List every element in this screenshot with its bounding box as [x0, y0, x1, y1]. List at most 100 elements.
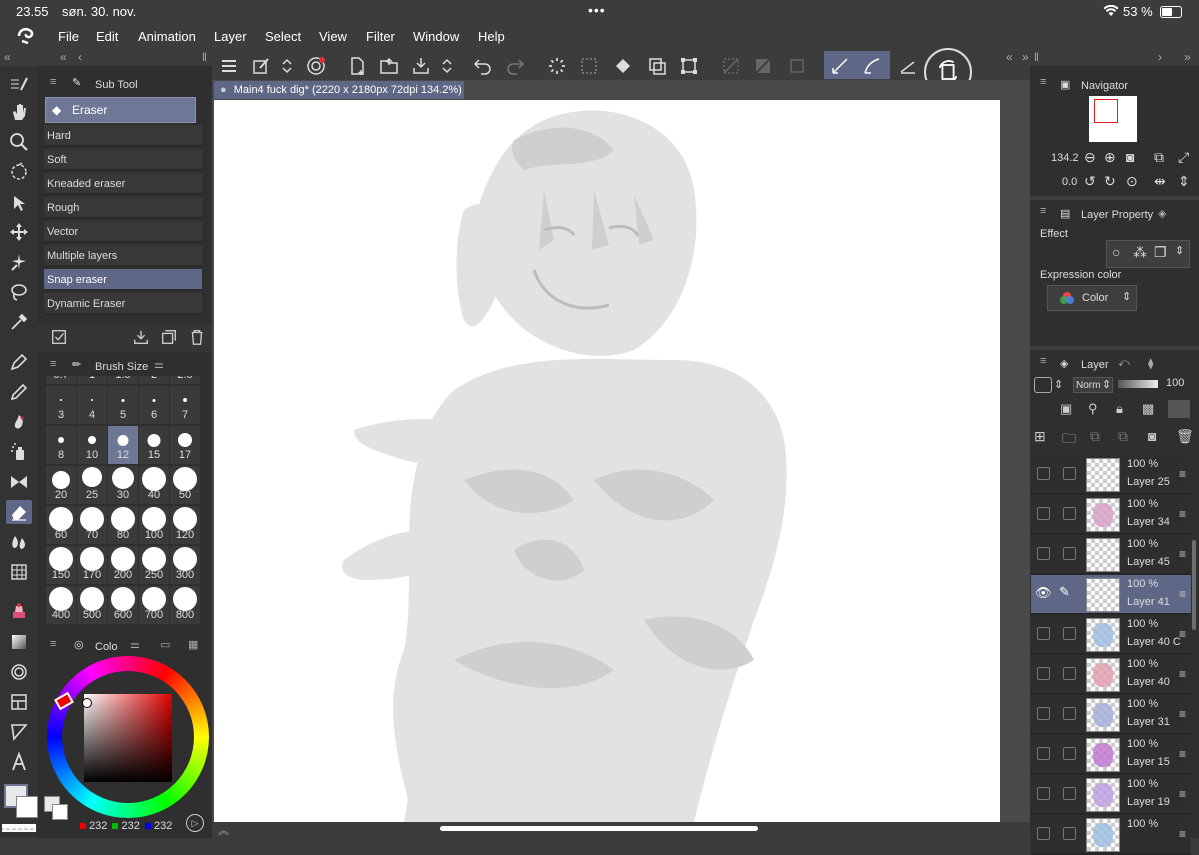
subtool-item-soft[interactable]: Soft: [44, 149, 202, 171]
fill-tool-icon[interactable]: [6, 560, 32, 584]
brush-size-cell[interactable]: 120: [170, 506, 200, 544]
document-tab[interactable]: ● Main4 fuck dig* (2220 x 2180px 72dpi 1…: [214, 81, 464, 99]
menu-filter[interactable]: Filter: [366, 29, 395, 44]
lock-toggle[interactable]: [1063, 467, 1076, 480]
visibility-toggle[interactable]: [1037, 627, 1050, 640]
frame-icon[interactable]: [6, 690, 32, 714]
rotate-right-icon[interactable]: ↻: [1104, 173, 1116, 190]
opacity-slider[interactable]: [1118, 380, 1158, 388]
brush-size-cell[interactable]: 200: [108, 546, 138, 584]
drag-handle-icon[interactable]: ≡: [1179, 587, 1186, 601]
brush-size-cell[interactable]: 17: [170, 426, 200, 464]
layer-row[interactable]: 100 % Layer 34 ≡: [1031, 495, 1191, 535]
layer-row[interactable]: 100 % Layer 45 ≡: [1031, 535, 1191, 575]
merge-down-icon[interactable]: ⧉: [1090, 428, 1100, 445]
drag-handle-icon[interactable]: ≡: [1179, 747, 1186, 761]
visibility-toggle[interactable]: [1037, 507, 1050, 520]
brush-size-cell[interactable]: 4: [77, 386, 107, 424]
chevron-updown-icon[interactable]: ⇕: [1102, 378, 1111, 391]
drag-handle-icon[interactable]: ≡: [1179, 787, 1186, 801]
zoom-out-icon[interactable]: ⊖: [1084, 149, 1096, 166]
lock-toggle[interactable]: [1063, 787, 1076, 800]
sub-color-swatch[interactable]: [16, 796, 38, 818]
panel-menu-icon[interactable]: ≡: [1040, 355, 1046, 367]
pencil-icon[interactable]: ✎: [1059, 584, 1070, 600]
saturation-value-square[interactable]: [84, 694, 172, 782]
snap-grid-icon[interactable]: [896, 55, 920, 77]
brush-size-cell[interactable]: 100: [139, 506, 169, 544]
brush-size-cell[interactable]: 170: [77, 546, 107, 584]
decoration-icon[interactable]: [6, 470, 32, 494]
timeline-tab-icon[interactable]: ⧫: [1148, 357, 1153, 370]
navigator-tab-label[interactable]: Navigator: [1081, 80, 1128, 92]
collapse-right-icon[interactable]: «: [1006, 50, 1013, 64]
menu-select[interactable]: Select: [265, 29, 301, 44]
zoom-value[interactable]: 134.2: [1051, 152, 1079, 164]
subtool-item-rough[interactable]: Rough: [44, 197, 202, 219]
main-menu-icon[interactable]: [218, 55, 240, 77]
subtool-item-kneaded[interactable]: Kneaded eraser: [44, 173, 202, 195]
menu-edit[interactable]: Edit: [96, 29, 118, 44]
fill-icon[interactable]: [612, 55, 634, 77]
menu-help[interactable]: Help: [478, 29, 505, 44]
lock-toggle[interactable]: [1063, 507, 1076, 520]
drag-handle-icon[interactable]: ≡: [1179, 627, 1186, 641]
subtool-tab-label[interactable]: Sub Tool: [95, 79, 138, 91]
zoom-icon[interactable]: [6, 130, 32, 154]
pencil-icon[interactable]: [6, 380, 32, 404]
tone-effect-icon[interactable]: ⁂: [1133, 244, 1147, 261]
undo-icon[interactable]: [472, 55, 494, 77]
transform-icon[interactable]: [678, 55, 700, 77]
brush-size-cell[interactable]: 70: [77, 506, 107, 544]
pen-icon[interactable]: [6, 350, 32, 374]
chevron-updown-icon[interactable]: ⇕: [1054, 378, 1063, 391]
search-layer-tab-icon[interactable]: ◈: [1158, 207, 1166, 220]
reference-layer-icon[interactable]: ⚲: [1088, 401, 1098, 417]
brush-size-cell[interactable]: 6: [139, 386, 169, 424]
color-slider-tab-icon[interactable]: ⚌: [130, 638, 140, 651]
zoom-in-icon[interactable]: ⊕: [1104, 149, 1116, 166]
ruler-icon[interactable]: [6, 720, 32, 744]
canvas-paper[interactable]: [214, 100, 1000, 822]
home-indicator[interactable]: [440, 826, 758, 831]
trash-icon[interactable]: [188, 328, 206, 346]
brush-size-cell[interactable]: 700: [139, 586, 169, 624]
subtool-item-snap-eraser[interactable]: Snap eraser: [44, 269, 202, 291]
menu-layer[interactable]: Layer: [214, 29, 247, 44]
layer-row[interactable]: 100 % ≡: [1031, 815, 1191, 855]
new-folder-icon[interactable]: 🗀︎: [1062, 428, 1076, 452]
brush-size-cell[interactable]: 25: [77, 466, 107, 504]
loading-icon[interactable]: [546, 55, 568, 77]
brush-size-cell[interactable]: 300: [170, 546, 200, 584]
chevron-updown-icon[interactable]: [440, 55, 454, 77]
lock-toggle[interactable]: [1063, 547, 1076, 560]
drag-handle-icon[interactable]: ≡: [1179, 667, 1186, 681]
visibility-toggle[interactable]: [1037, 707, 1050, 720]
menu-view[interactable]: View: [319, 29, 347, 44]
brush-size-cell[interactable]: 250: [139, 546, 169, 584]
layer-row[interactable]: 100 % Layer 40 ≡: [1031, 655, 1191, 695]
visibility-toggle[interactable]: [1037, 547, 1050, 560]
hand-icon[interactable]: [6, 100, 32, 124]
panel-menu-icon[interactable]: ≡: [50, 358, 56, 370]
drag-handle-icon[interactable]: ‖: [1034, 50, 1039, 64]
mask-toggle-icon[interactable]: [1168, 400, 1190, 418]
lock-transparency-icon[interactable]: ▩: [1142, 401, 1154, 417]
eye-icon[interactable]: 👁︎: [1035, 585, 1052, 601]
brush-size-cell[interactable]: 2: [139, 376, 169, 384]
blend-icon[interactable]: [6, 530, 32, 554]
fit-window-icon[interactable]: ⧉: [1154, 149, 1164, 166]
layer-row[interactable]: 100 % Layer 25 ≡: [1031, 455, 1191, 495]
layer-color-mode-icon[interactable]: [1034, 377, 1052, 393]
brush-size-cell[interactable]: 40: [139, 466, 169, 504]
layer-color-effect-icon[interactable]: ❐: [1154, 244, 1167, 261]
layer-property-tab-label[interactable]: Layer Property: [1081, 209, 1153, 221]
layer-scrollbar[interactable]: [1192, 540, 1196, 630]
brush-settings-icon[interactable]: ⚌: [154, 358, 164, 371]
color-set-tab-icon[interactable]: ▭: [160, 638, 170, 651]
lock-toggle[interactable]: [1063, 627, 1076, 640]
clear-selection-icon[interactable]: [578, 55, 600, 77]
flip-horizontal-icon[interactable]: ⇹: [1154, 173, 1166, 190]
lock-toggle[interactable]: [1063, 747, 1076, 760]
chevron-left-icon[interactable]: ‹: [78, 50, 82, 64]
